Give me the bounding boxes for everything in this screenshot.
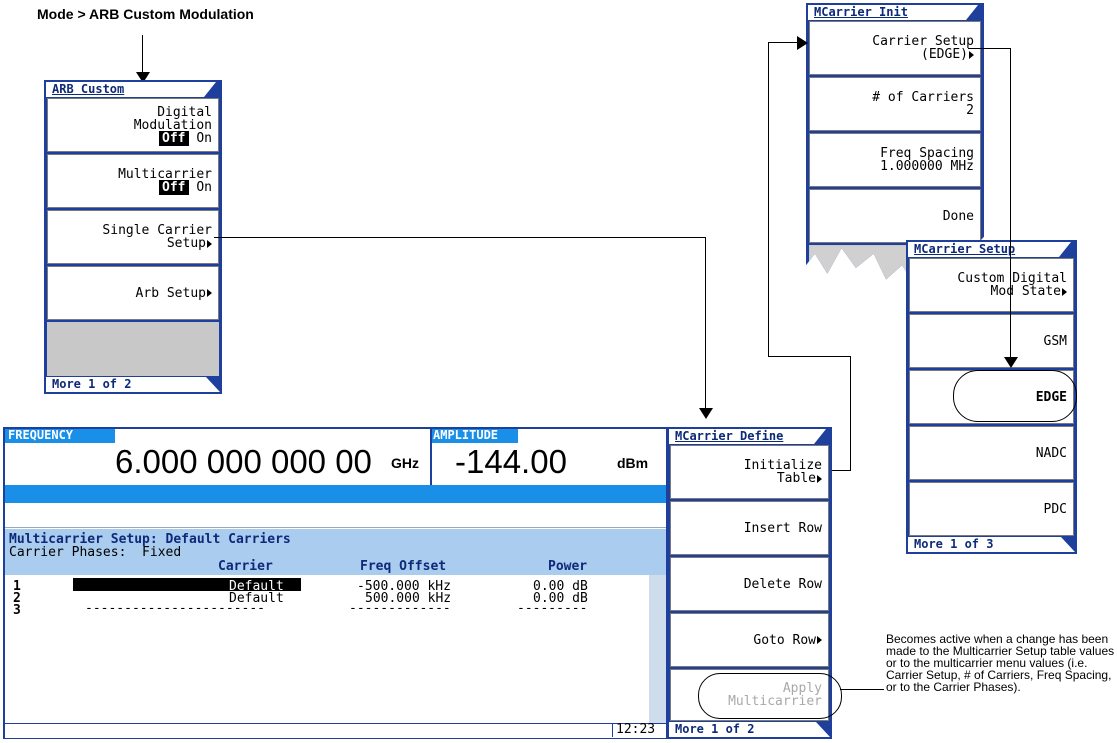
connector-carrier-setup xyxy=(968,48,1011,49)
frequency-value: 6.000 000 000 00 xyxy=(115,443,372,480)
digital-modulation-key[interactable]: Digital Modulation Off On xyxy=(47,98,219,152)
arb-custom-more[interactable]: More 1 of 2 xyxy=(46,377,220,392)
edge-highlight-oval xyxy=(953,370,1077,422)
screen-footer xyxy=(5,723,666,738)
arrowhead-down xyxy=(699,408,713,419)
connector-initialize-left xyxy=(768,42,769,356)
insert-row-key[interactable]: Insert Row xyxy=(670,501,829,555)
mcarrier-define-title: MCarrier Define xyxy=(669,429,826,444)
pdc-key[interactable]: PDC xyxy=(909,482,1074,536)
submenu-arrow-icon xyxy=(1062,287,1067,296)
goto-row-key[interactable]: Goto Row xyxy=(670,613,829,667)
submenu-arrow-icon xyxy=(969,50,974,59)
amplitude-unit: dBm xyxy=(617,455,649,471)
connector-initialize-top xyxy=(768,356,851,357)
arrowhead-down xyxy=(1004,357,1018,368)
frequency-unit: GHz xyxy=(391,455,419,471)
arb-setup-key[interactable]: Arb Setup xyxy=(47,266,219,320)
row-offset: ------------- xyxy=(349,601,451,616)
connector-to-carrier-setup xyxy=(768,42,798,43)
mode-caption: Mode > ARB Custom Modulation xyxy=(37,6,254,22)
connector-initialize-up xyxy=(850,356,851,470)
arrow-caption-to-arb xyxy=(142,35,143,73)
submenu-arrow-icon xyxy=(817,474,822,483)
instrument-screen: FREQUENCY AMPLITUDE 6.000 000 000 00 GHz… xyxy=(3,427,668,739)
note-connector xyxy=(840,689,884,690)
table-scroll-bg xyxy=(649,575,666,723)
mcarrier-setup-title: MCarrier Setup xyxy=(908,242,1071,257)
custom-digital-mod-state-key[interactable]: Custom Digital Mod State xyxy=(909,258,1074,312)
row-power: --------- xyxy=(517,601,588,616)
initialize-table-key[interactable]: Initialize Table xyxy=(670,445,829,499)
submenu-arrow-icon xyxy=(207,289,212,297)
status-bar-white xyxy=(5,503,666,528)
header-divider xyxy=(430,429,432,485)
note-text: Becomes active when a change has been ma… xyxy=(886,632,1115,694)
mcarrier-init-title: MCarrier Init xyxy=(808,5,978,20)
submenu-arrow-icon xyxy=(817,636,822,644)
blank-key xyxy=(47,322,219,376)
num-carriers-key[interactable]: # of Carriers 2 xyxy=(809,77,981,131)
freq-spacing-key[interactable]: Freq Spacing 1.000000 MHz xyxy=(809,133,981,187)
arrowhead-right xyxy=(797,36,808,50)
amplitude-label: AMPLITUDE xyxy=(430,429,518,442)
carrier-setup-key[interactable]: Carrier Setup (EDGE) xyxy=(809,21,981,75)
row-number: 3 xyxy=(13,603,21,618)
done-key[interactable]: Done xyxy=(809,189,981,243)
delete-row-key[interactable]: Delete Row xyxy=(670,557,829,611)
nadc-key[interactable]: NADC xyxy=(909,426,1074,480)
mcarrier-define-more[interactable]: More 1 of 2 xyxy=(669,722,830,737)
single-carrier-setup-key[interactable]: Single Carrier Setup xyxy=(47,210,219,264)
col-carrier-header: Carrier xyxy=(218,559,273,574)
col-power-header: Power xyxy=(548,559,588,574)
clock: 12:23 xyxy=(612,723,655,737)
connector-carrier-setup-down xyxy=(1010,48,1011,358)
arb-custom-title: ARB Custom xyxy=(46,82,216,97)
status-bar-blue xyxy=(5,485,666,503)
carrier-phases: Carrier Phases: Fixed xyxy=(9,545,182,560)
apply-highlight-oval xyxy=(698,673,842,719)
connector-single-carrier-down xyxy=(705,237,706,410)
col-offset-header: Freq Offset xyxy=(360,559,447,574)
multicarrier-key[interactable]: Multicarrier Off On xyxy=(47,154,219,208)
freq-tab-white xyxy=(115,429,430,443)
gsm-key[interactable]: GSM xyxy=(909,314,1074,368)
arb-custom-menu: ARB Custom Digital Modulation Off On Mul… xyxy=(44,80,222,394)
mcarrier-setup-more[interactable]: More 1 of 3 xyxy=(908,537,1075,552)
amp-tab-white xyxy=(518,429,666,443)
submenu-arrow-icon xyxy=(207,239,212,248)
frequency-label: FREQUENCY xyxy=(5,429,115,442)
connector-single-carrier xyxy=(214,237,706,238)
amplitude-value: -144.00 xyxy=(455,443,567,480)
row-carrier: ----------------------- xyxy=(85,601,266,616)
